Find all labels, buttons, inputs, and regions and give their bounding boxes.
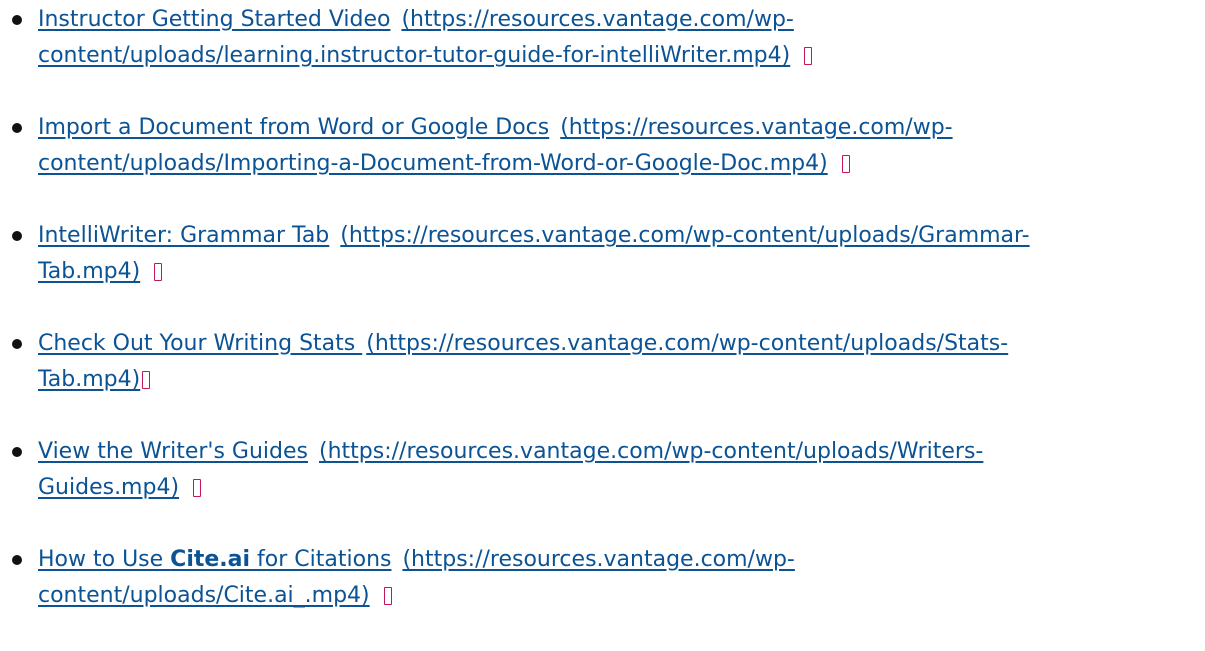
bullet-icon <box>12 339 22 349</box>
bullet-icon <box>12 123 22 133</box>
url-line-2: Guides.mp4) <box>38 475 180 500</box>
new-window-icon <box>142 371 151 389</box>
video-link-cite-ai[interactable]: How to Use Cite.ai for Citations <box>38 547 391 572</box>
new-window-icon <box>154 263 163 281</box>
title-suffix: for Citations <box>250 547 392 572</box>
list-item: View the Writer's Guides (https://resour… <box>12 434 1198 506</box>
url-line-2: Tab.mp4) <box>38 259 141 284</box>
url-line-1: (https://resources.vantage.com/wp- <box>402 547 795 572</box>
new-window-icon <box>804 47 813 65</box>
url-line-2: content/uploads/learning.instructor-tuto… <box>38 43 791 68</box>
new-window-icon <box>383 587 392 605</box>
list-item: Import a Document from Word or Google Do… <box>12 110 1198 182</box>
url-line-1: (https://resources.vantage.com/wp- <box>401 7 794 32</box>
url-line-1: (https://resources.vantage.com/wp-conten… <box>340 223 1030 248</box>
list-item: Check Out Your Writing Stats (https://re… <box>12 326 1198 398</box>
url-line-1: (https://resources.vantage.com/wp-conten… <box>366 331 1009 356</box>
video-link-instructor-getting-started[interactable]: Instructor Getting Started Video <box>38 7 390 32</box>
new-window-icon <box>841 155 850 173</box>
video-link-grammar-tab[interactable]: IntelliWriter: Grammar Tab <box>38 223 329 248</box>
list-item: Instructor Getting Started Video (https:… <box>12 2 1198 74</box>
title-prefix: How to Use <box>38 547 171 572</box>
url-line-2: content/uploads/Importing-a-Document-fro… <box>38 151 828 176</box>
url-line-2: Tab.mp4) <box>38 367 141 392</box>
bullet-icon <box>12 447 22 457</box>
list-item: How to Use Cite.ai for Citations (https:… <box>12 542 1198 614</box>
bullet-icon <box>12 555 22 565</box>
bullet-icon <box>12 15 22 25</box>
video-link-writers-guides[interactable]: View the Writer's Guides <box>38 439 308 464</box>
url-line-1: (https://resources.vantage.com/wp- <box>560 115 953 140</box>
url-line-2: content/uploads/Cite.ai_.mp4) <box>38 583 370 608</box>
url-line-1: (https://resources.vantage.com/wp-conten… <box>319 439 984 464</box>
bullet-icon <box>12 231 22 241</box>
video-link-writing-stats[interactable]: Check Out Your Writing Stats <box>38 331 362 356</box>
list-item: IntelliWriter: Grammar Tab (https://reso… <box>12 218 1198 290</box>
new-window-icon <box>193 479 202 497</box>
video-link-import-document[interactable]: Import a Document from Word or Google Do… <box>38 115 549 140</box>
title-bold: Cite.ai <box>170 547 251 572</box>
